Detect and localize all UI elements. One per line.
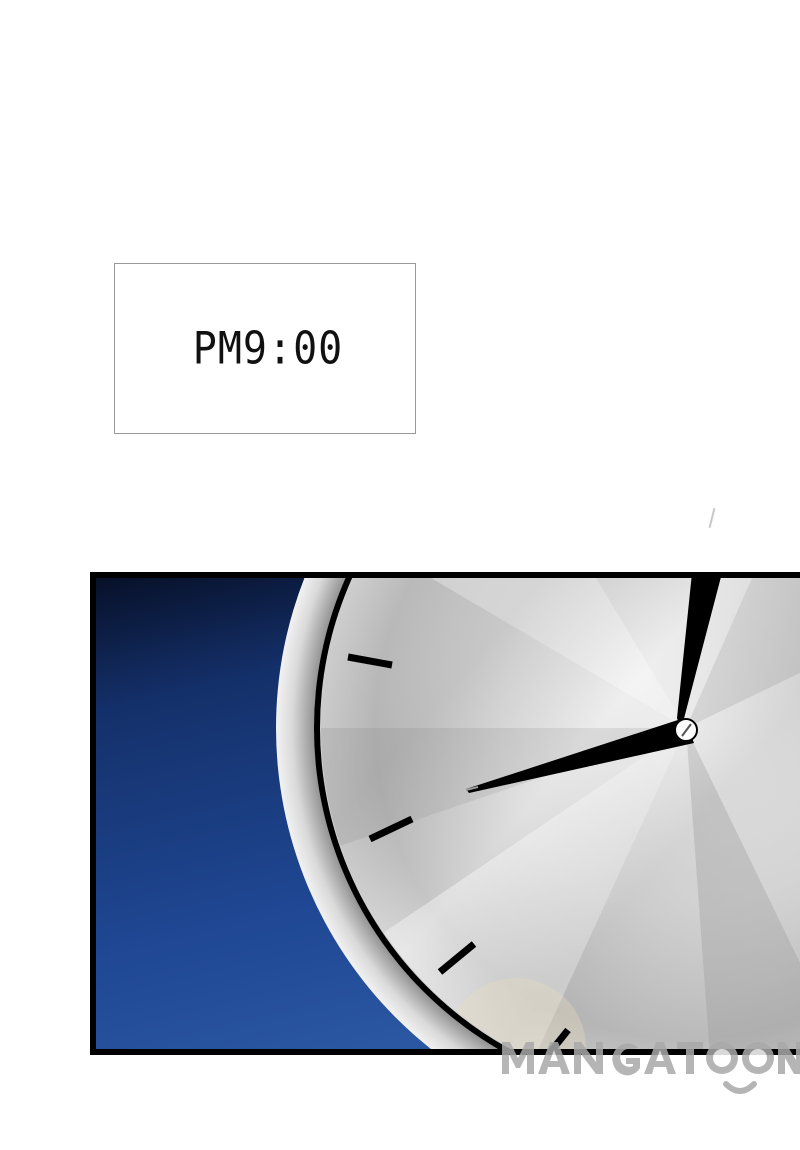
clock-illustration-panel: [90, 572, 800, 1055]
mangatoon-watermark-logo: [500, 1034, 800, 1104]
time-caption-box: PM9:00: [114, 263, 416, 434]
watermark-logo-art: [502, 1042, 800, 1094]
clock-illustration: [96, 578, 800, 1049]
time-caption-text: PM9:00: [192, 322, 344, 375]
stray-ink-mark: [708, 508, 716, 528]
watermark-letterforms: [502, 1042, 800, 1094]
